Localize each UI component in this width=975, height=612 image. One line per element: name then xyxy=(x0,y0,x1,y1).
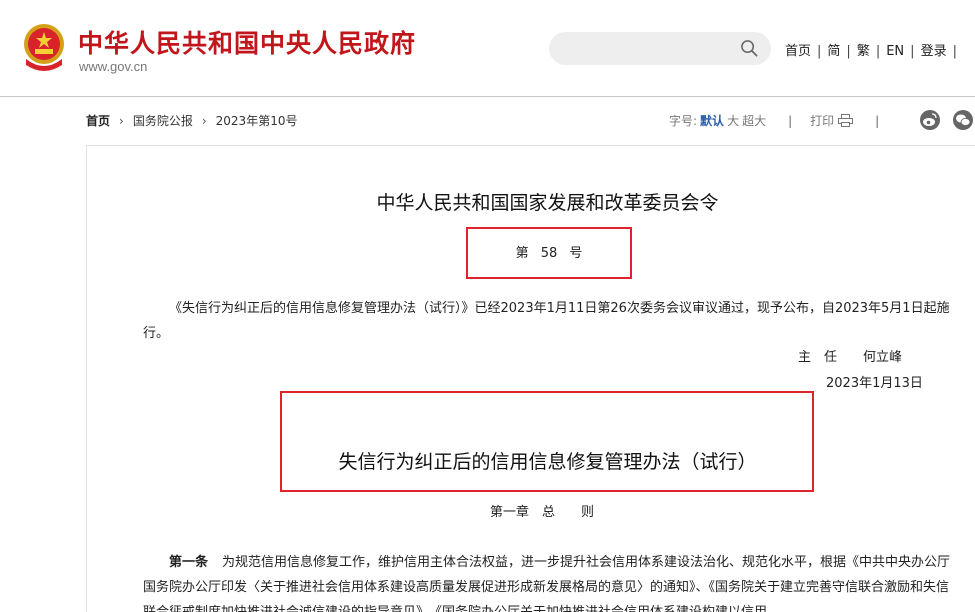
article-one-text: 为规范信用信息修复工作，维护信用主体合法权益，进一步提升社会信用体系建设法治化、… xyxy=(143,555,951,612)
signer: 主 任 何立峰 xyxy=(798,350,903,365)
law-title: 失信行为纠正后的信用信息修复管理办法（试行） xyxy=(338,451,757,473)
order-number: 第 58 号 xyxy=(466,227,632,279)
highlight-box xyxy=(280,391,814,492)
chapter-heading: 第一章 总 则 xyxy=(490,505,595,520)
article-title: 中华人民共和国国家发展和改革委员会令 xyxy=(376,192,719,214)
article-intro: 《失信行为纠正后的信用信息修复管理办法（试行）》已经2023年1月11日第26次… xyxy=(143,301,950,341)
article-content: 中华人民共和国国家发展和改革委员会令 第 58 号 《失信行为纠正后的信用信息修… xyxy=(0,0,975,612)
article-one-label: 第一条 xyxy=(169,555,209,570)
sign-date: 2023年1月13日 xyxy=(826,376,923,391)
article-one: 第一条 为规范信用信息修复工作，维护信用主体合法权益，进一步提升社会信用体系建设法… xyxy=(143,550,953,612)
